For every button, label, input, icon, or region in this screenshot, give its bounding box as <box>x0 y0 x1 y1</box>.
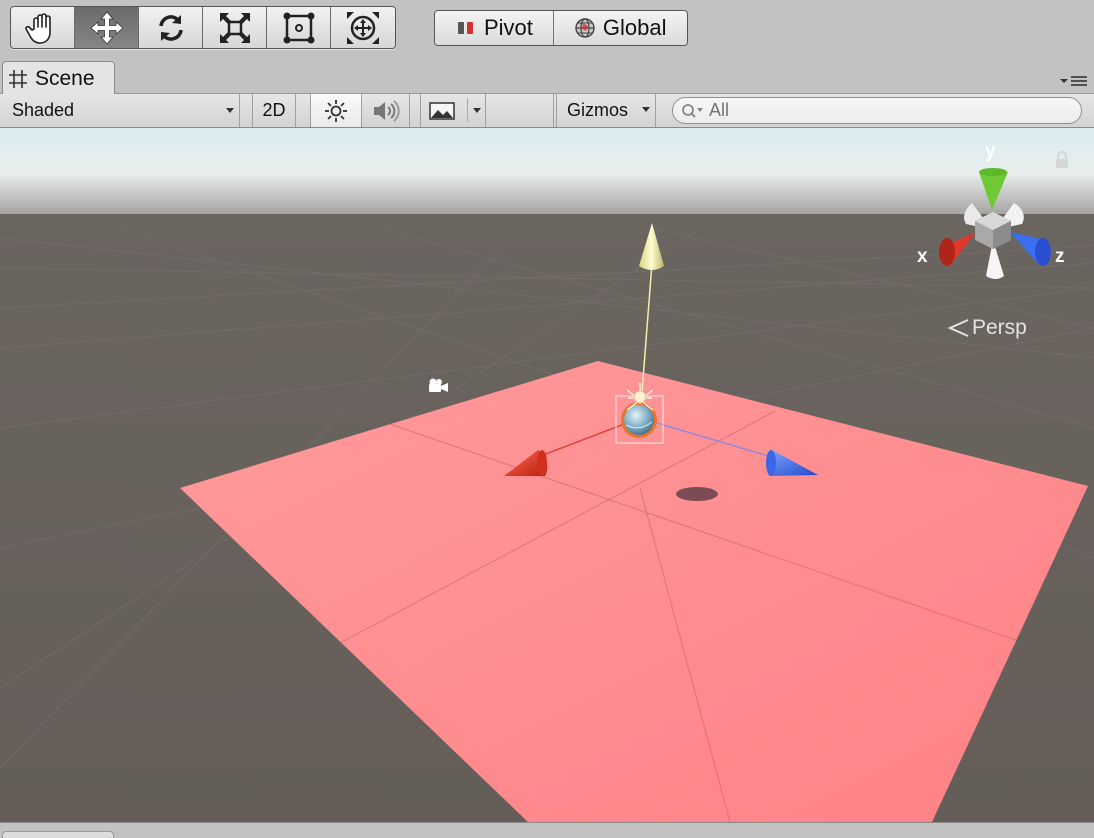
mode-2d-toggle[interactable]: 2D <box>252 94 296 127</box>
scale-icon <box>219 12 250 43</box>
scene-viewport[interactable]: y x z Persp <box>0 128 1094 822</box>
effects-dropdown[interactable] <box>420 94 486 127</box>
tab-scene-label: Scene <box>35 66 95 90</box>
toolbar-spacer <box>486 94 554 127</box>
lighting-toggle[interactable] <box>310 94 362 127</box>
tab-menu-icon[interactable] <box>1060 73 1088 87</box>
hand-tool-button[interactable] <box>11 7 75 48</box>
object-shadow <box>676 487 718 501</box>
chevron-down-icon <box>642 107 650 112</box>
pivot-rotation-group: Pivot Global <box>434 10 688 46</box>
pivot-label: Pivot <box>484 15 533 40</box>
pivot-icon <box>458 22 473 34</box>
projection-label: Persp <box>972 316 1027 339</box>
rotate-tool-button[interactable] <box>139 7 203 48</box>
scene-control-bar: Shaded 2D Gizmos All <box>0 94 1094 128</box>
chevron-down-icon <box>473 108 481 113</box>
window-tab-bar: Scene <box>0 60 1094 95</box>
pivot-button[interactable]: Pivot <box>435 11 554 45</box>
shading-mode-dropdown[interactable]: Shaded <box>0 94 240 127</box>
gizmos-dropdown[interactable]: Gizmos <box>556 94 656 127</box>
projection-toggle[interactable]: Persp <box>946 316 1027 340</box>
tab-scene[interactable]: Scene <box>2 61 115 95</box>
rect-transform-icon <box>283 12 314 43</box>
transform-icon <box>347 11 379 44</box>
main-toolbar: Pivot Global <box>0 0 1094 60</box>
speaker-icon <box>373 99 400 122</box>
transform-tool-button[interactable] <box>331 7 395 48</box>
move-arrows-icon <box>89 10 124 45</box>
mode-2d-label: 2D <box>262 100 286 120</box>
scale-tool-button[interactable] <box>203 7 267 48</box>
hierarchy-search[interactable] <box>672 97 1082 124</box>
hand-icon <box>24 12 51 44</box>
chevron-down-icon <box>226 108 234 113</box>
lock-icon[interactable] <box>1053 150 1071 170</box>
orientation-z-label: z <box>1055 246 1065 267</box>
divider <box>467 98 468 122</box>
global-button[interactable]: Global <box>553 11 687 45</box>
gizmos-label: Gizmos <box>567 100 629 120</box>
scene-canvas[interactable] <box>0 128 1094 822</box>
search-input[interactable] <box>709 100 1069 121</box>
move-tool-button[interactable] <box>75 7 139 48</box>
bottom-panel-bar <box>0 822 1094 838</box>
transform-tools-group <box>10 6 396 49</box>
rect-tool-button[interactable] <box>267 7 331 48</box>
audio-toggle[interactable] <box>362 94 410 127</box>
globe-icon <box>575 18 595 38</box>
sky <box>0 128 1094 228</box>
perspective-chevron-icon <box>947 319 969 337</box>
image-effects-icon <box>429 101 455 120</box>
global-label: Global <box>602 15 667 40</box>
orientation-x-label: x <box>917 246 928 267</box>
sun-icon <box>325 99 347 122</box>
bottom-tab[interactable] <box>2 831 114 838</box>
grid-icon <box>9 69 27 88</box>
orientation-y-label: y <box>985 141 996 162</box>
search-icon <box>682 103 703 118</box>
shading-mode-label: Shaded <box>12 100 75 120</box>
rotate-icon <box>158 14 183 41</box>
